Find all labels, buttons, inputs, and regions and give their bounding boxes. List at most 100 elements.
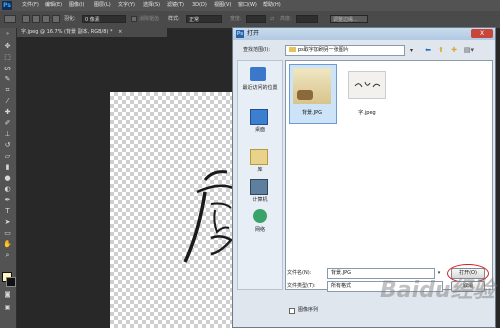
menu-file[interactable]: 文件(F) (22, 0, 39, 11)
tools-panel: » ✥ ⬚ ᔕ ✎ ⌗ ⁄ ✚ ✐ ⊥ ↺ ▱ ▮ ● ◐ ✒ T ➤ ▭ ✋ … (0, 28, 17, 328)
add-selection-icon[interactable] (32, 15, 40, 23)
subtract-selection-icon[interactable] (42, 15, 50, 23)
shape-tool-icon[interactable]: ▭ (3, 229, 12, 238)
place-desktop[interactable]: 桌面 (238, 109, 282, 139)
photoshop-logo: Ps (2, 1, 12, 10)
menu-image[interactable]: 图像(I) (69, 0, 84, 11)
pen-tool-icon[interactable]: ✒ (3, 196, 12, 205)
image-sequence-checkbox[interactable] (289, 308, 295, 314)
close-document-icon[interactable]: × (118, 29, 122, 35)
height-label: 高度: (280, 16, 292, 22)
dodge-tool-icon[interactable]: ◐ (3, 185, 12, 194)
menu-view[interactable]: 视图(V) (214, 0, 231, 11)
file-item[interactable]: 字.jpeg (344, 64, 392, 124)
style-select[interactable]: 正常 (186, 15, 222, 23)
antialias-label: 消除锯齿 (139, 16, 160, 22)
file-thumbnail (293, 68, 331, 104)
lookin-label: 查找范围(I): (243, 47, 271, 53)
desktop-icon (250, 109, 268, 125)
photoshop-app-icon: Ps (236, 30, 244, 38)
height-input[interactable] (296, 15, 318, 23)
computer-icon (250, 179, 268, 195)
place-computer-label: 计算机 (252, 197, 268, 203)
file-list: 背景.JPG 字.jpeg (285, 60, 493, 290)
menu-3d[interactable]: 3D(D) (192, 0, 207, 11)
lookin-dropdown-icon[interactable]: ▾ (407, 46, 416, 55)
recent-places-icon (250, 67, 266, 81)
new-selection-icon[interactable] (22, 15, 30, 23)
view-menu-icon[interactable]: ▤▾ (462, 46, 476, 55)
places-bar: 最近访问的位置 桌面 库 计算机 网络 (237, 60, 283, 290)
antialias-checkbox[interactable] (131, 16, 137, 22)
document-canvas[interactable] (110, 92, 235, 328)
folder-icon (289, 47, 296, 52)
menu-type[interactable]: 文字(Y) (118, 0, 135, 11)
file-name: 字.jpeg (358, 110, 376, 116)
path-select-tool-icon[interactable]: ➤ (3, 218, 12, 227)
lookin-select[interactable]: ps取字加刷另一张图片 (285, 45, 405, 56)
document-tab-title: 字.jpeg @ 16.7% (背景 副本, RGB/8) * (21, 29, 113, 35)
dialog-titlebar: Ps 打开 X (233, 28, 495, 40)
feather-label: 羽化: (64, 16, 76, 22)
close-icon[interactable]: X (471, 29, 493, 38)
move-tool-icon[interactable]: ✥ (3, 42, 12, 51)
hand-tool-icon[interactable]: ✋ (3, 240, 12, 249)
crop-tool-icon[interactable]: ⌗ (3, 86, 12, 95)
file-name: 背景.JPG (302, 110, 322, 116)
calligraphy-image (183, 170, 234, 263)
place-desktop-label: 桌面 (254, 127, 265, 133)
quick-select-tool-icon[interactable]: ✎ (3, 75, 12, 84)
brush-tool-icon[interactable]: ✐ (3, 119, 12, 128)
baidu-watermark: Baidu经验 (380, 278, 495, 303)
dialog-title: 打开 (247, 30, 260, 37)
eraser-tool-icon[interactable]: ▱ (3, 152, 12, 161)
file-item[interactable]: 背景.JPG (289, 64, 337, 124)
thumbnail-detail (297, 90, 313, 100)
place-computer[interactable]: 计算机 (238, 179, 282, 209)
menu-filter[interactable]: 滤镜(T) (167, 0, 184, 11)
healing-brush-tool-icon[interactable]: ✚ (3, 108, 12, 117)
gradient-tool-icon[interactable]: ▮ (3, 163, 12, 172)
width-label: 宽度: (230, 16, 242, 22)
quick-mask-icon[interactable]: ◙ (3, 290, 12, 299)
menu-bar: Ps 文件(F) 编辑(E) 图像(I) 图层(L) 文字(Y) 选择(S) 滤… (0, 0, 500, 11)
menu-layer[interactable]: 图层(L) (94, 0, 111, 11)
network-icon (253, 209, 267, 223)
blur-tool-icon[interactable]: ● (3, 174, 12, 183)
refine-edge-button[interactable]: 调整边缘... (330, 15, 368, 23)
new-folder-icon[interactable]: ✚ (449, 46, 459, 55)
back-icon[interactable]: ⬅ (423, 46, 433, 55)
menu-help[interactable]: 帮助(H) (263, 0, 281, 11)
zoom-tool-icon[interactable]: ⌕ (3, 251, 12, 260)
up-folder-icon[interactable]: ⬆ (436, 46, 446, 55)
eyedropper-tool-icon[interactable]: ⁄ (3, 97, 12, 106)
document-tab[interactable]: 字.jpeg @ 16.7% (背景 副本, RGB/8) * × (17, 28, 167, 37)
image-sequence-label: 图像序列 (298, 307, 319, 313)
marquee-tool-preset-icon[interactable] (4, 15, 16, 23)
filename-label: 文件名(N): (287, 270, 312, 276)
filetype-label: 文件类型(T): (287, 283, 316, 289)
marquee-tool-icon[interactable]: ⬚ (3, 53, 12, 62)
clone-stamp-tool-icon[interactable]: ⊥ (3, 130, 12, 139)
width-input[interactable] (246, 15, 266, 23)
file-thumbnail (348, 71, 386, 99)
place-libraries[interactable]: 库 (238, 149, 282, 179)
place-recent[interactable]: 最近访问的位置 (238, 67, 282, 107)
menu-window[interactable]: 窗口(W) (238, 0, 257, 11)
menu-edit[interactable]: 编辑(E) (45, 0, 62, 11)
thumbnail-calligraphy (354, 81, 381, 88)
type-tool-icon[interactable]: T (3, 207, 12, 216)
place-recent-label: 最近访问的位置 (242, 85, 278, 91)
panel-collapse-icon[interactable]: » (3, 30, 12, 39)
screen-mode-icon[interactable]: ▣ (3, 303, 12, 312)
intersect-selection-icon[interactable] (52, 15, 60, 23)
place-network[interactable]: 网络 (238, 209, 282, 239)
libraries-icon (250, 149, 268, 165)
swap-dimensions-icon[interactable]: ⇄ (270, 14, 274, 24)
feather-input[interactable]: 0 像素 (82, 15, 126, 23)
lookin-value: ps取字加刷另一张图片 (298, 47, 349, 53)
history-brush-tool-icon[interactable]: ↺ (3, 141, 12, 150)
lasso-tool-icon[interactable]: ᔕ (3, 64, 12, 73)
menu-select[interactable]: 选择(S) (143, 0, 160, 11)
background-color-swatch[interactable] (6, 277, 16, 287)
